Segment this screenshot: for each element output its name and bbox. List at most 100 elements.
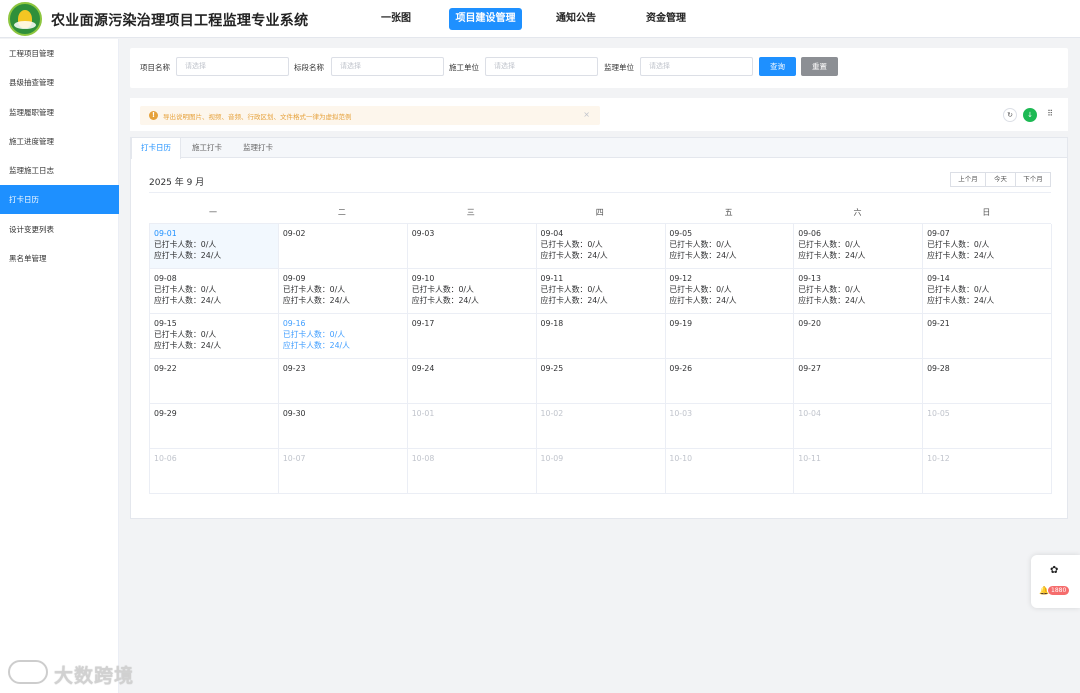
calendar-day-cell[interactable]: 10-09: [536, 449, 666, 494]
close-icon[interactable]: ×: [583, 110, 590, 119]
warning-icon: !: [149, 111, 158, 120]
calendar-day-cell[interactable]: 09-28: [923, 359, 1053, 404]
sidebar-item-design-changes[interactable]: 设计变更列表: [0, 215, 119, 244]
construction-unit-select[interactable]: 请选择: [485, 57, 598, 76]
topnav-item-map[interactable]: 一张图: [372, 8, 420, 30]
section-name-select[interactable]: 请选择: [331, 57, 444, 76]
day-date: 10-02: [540, 409, 564, 418]
day-date: 09-13: [798, 274, 821, 283]
required-count: 应打卡人数：24/人: [798, 296, 866, 305]
refresh-icon[interactable]: ↻: [1003, 108, 1017, 122]
tab-supervision-checkin[interactable]: 监理打卡: [233, 138, 283, 158]
calendar-day-cell[interactable]: 10-04: [794, 404, 924, 449]
calendar-day-cell[interactable]: 10-08: [407, 449, 537, 494]
sidebar-item-county-inspection[interactable]: 县级抽查管理: [0, 68, 119, 97]
tab-checkin-calendar[interactable]: 打卡日历: [131, 138, 181, 159]
calendar-day-cell[interactable]: 09-24: [407, 359, 537, 404]
calendar-day-cell[interactable]: 09-17: [407, 314, 537, 359]
calendar-day-cell[interactable]: 09-29: [150, 404, 279, 449]
calendar-day-cell[interactable]: 09-23: [278, 359, 408, 404]
calendar-grid: 09-01 已打卡人数：0/人 应打卡人数：24/人 09-02 09-03 09-04 已…: [149, 223, 1053, 494]
divider: [149, 192, 1051, 193]
prev-month-button[interactable]: 上个月: [950, 172, 986, 187]
calendar-day-cell[interactable]: 10-12: [923, 449, 1053, 494]
calendar-day-cell[interactable]: 09-16 已打卡人数：0/人 应打卡人数：24/人: [278, 314, 408, 359]
calendar-day-cell[interactable]: 10-06: [150, 449, 279, 494]
calendar-day-cell[interactable]: 09-22: [150, 359, 279, 404]
day-date: 09-28: [927, 364, 950, 373]
calendar-day-cell[interactable]: 09-04 已打卡人数：0/人 应打卡人数：24/人: [536, 224, 666, 269]
day-date: 09-18: [540, 319, 564, 328]
day-date: 09-10: [411, 274, 435, 283]
calendar-day-cell[interactable]: 09-07 已打卡人数：0/人 应打卡人数：24/人: [923, 224, 1053, 269]
day-date: 10-01: [411, 409, 435, 418]
calendar-day-cell[interactable]: 09-05 已打卡人数：0/人 应打卡人数：24/人: [665, 224, 795, 269]
day-date: 09-16: [282, 319, 306, 328]
topnav-item-funds[interactable]: 资金管理: [642, 8, 690, 30]
calendar-day-cell[interactable]: 09-02: [278, 224, 408, 269]
day-date: 10-03: [669, 409, 693, 418]
day-date: 09-07: [927, 229, 950, 238]
day-date: 09-05: [669, 229, 693, 238]
reset-button[interactable]: 重置: [801, 57, 838, 76]
calendar-day-cell[interactable]: 10-01: [407, 404, 537, 449]
filter-bar: 项目名称 请选择 标段名称 请选择 施工单位 请选择 监理单位 请选择 查询 重…: [130, 48, 1068, 88]
calendar-day-cell[interactable]: 09-30: [278, 404, 408, 449]
calendar-day-cell[interactable]: 09-03: [407, 224, 537, 269]
project-name-select[interactable]: 请选择: [176, 57, 289, 76]
sidebar-item-blacklist[interactable]: 黑名单管理: [0, 244, 119, 273]
calendar-day-cell[interactable]: 09-11 已打卡人数：0/人 应打卡人数：24/人: [536, 269, 666, 314]
calendar-day-cell[interactable]: 09-18: [536, 314, 666, 359]
download-icon[interactable]: ↓: [1023, 108, 1037, 122]
sidebar-item-construction-log[interactable]: 监理施工日志: [0, 156, 119, 185]
sidebar-item-checkin-calendar[interactable]: 打卡日历: [0, 185, 119, 214]
calendar-day-cell[interactable]: 10-10: [665, 449, 795, 494]
calendar-day-cell[interactable]: 10-11: [794, 449, 924, 494]
checked-count: 已打卡人数：0/人: [927, 285, 990, 294]
calendar-day-cell[interactable]: 09-21: [923, 314, 1053, 359]
calendar-day-cell[interactable]: 09-12 已打卡人数：0/人 应打卡人数：24/人: [665, 269, 795, 314]
checked-count: 已打卡人数：0/人: [927, 240, 990, 249]
weekday-label: 四: [595, 208, 604, 217]
checked-count: 已打卡人数：0/人: [282, 285, 346, 294]
day-date: 09-25: [540, 364, 564, 373]
today-button[interactable]: 今天: [985, 172, 1016, 187]
day-date: 10-11: [798, 454, 821, 463]
calendar-day-cell[interactable]: 09-08 已打卡人数：0/人 应打卡人数：24/人: [150, 269, 279, 314]
calendar-day-cell[interactable]: 10-05: [923, 404, 1053, 449]
tab-construction-checkin[interactable]: 施工打卡: [181, 138, 233, 158]
calendar-day-cell[interactable]: 09-01 已打卡人数：0/人 应打卡人数：24/人: [150, 224, 279, 269]
calendar-day-cell[interactable]: 09-19: [665, 314, 795, 359]
calendar-day-cell[interactable]: 09-14 已打卡人数：0/人 应打卡人数：24/人: [923, 269, 1053, 314]
query-button[interactable]: 查询: [759, 57, 796, 76]
app-logo-icon: [8, 2, 42, 36]
calendar-day-cell[interactable]: 09-06 已打卡人数：0/人 应打卡人数：24/人: [794, 224, 924, 269]
calendar-day-cell[interactable]: 09-26: [665, 359, 795, 404]
calendar-day-cell[interactable]: 09-13 已打卡人数：0/人 应打卡人数：24/人: [794, 269, 924, 314]
day-date: 09-23: [282, 364, 306, 373]
calendar-day-cell[interactable]: 09-27: [794, 359, 924, 404]
day-date: 10-05: [927, 409, 950, 418]
calendar-day-cell[interactable]: 10-03: [665, 404, 795, 449]
sidebar-item-supervision-duty[interactable]: 监理履职管理: [0, 98, 119, 127]
day-date: 09-04: [540, 229, 564, 238]
calendar-day-cell[interactable]: 09-09 已打卡人数：0/人 应打卡人数：24/人: [278, 269, 408, 314]
grid-icon[interactable]: ⠿: [1043, 108, 1057, 122]
next-month-button[interactable]: 下个月: [1015, 172, 1051, 187]
calendar-day-cell[interactable]: 09-20: [794, 314, 924, 359]
gear-icon[interactable]: ✿: [1050, 565, 1058, 576]
calendar-day-cell[interactable]: 09-10 已打卡人数：0/人 应打卡人数：24/人: [407, 269, 537, 314]
day-date: 09-08: [154, 274, 177, 283]
day-date: 09-09: [282, 274, 306, 283]
sidebar-item-construction-progress[interactable]: 施工进度管理: [0, 127, 119, 156]
required-count: 应打卡人数：24/人: [669, 251, 737, 260]
calendar-day-cell[interactable]: 09-15 已打卡人数：0/人 应打卡人数：24/人: [150, 314, 279, 359]
supervision-unit-select[interactable]: 请选择: [640, 57, 753, 76]
sidebar-item-project-management[interactable]: 工程项目管理: [0, 39, 119, 68]
calendar-day-cell[interactable]: 09-25: [536, 359, 666, 404]
calendar-day-cell[interactable]: 10-07: [278, 449, 408, 494]
calendar-day-cell[interactable]: 10-02: [536, 404, 666, 449]
day-date: 09-11: [540, 274, 564, 283]
topnav-item-project-construction[interactable]: 项目建设管理: [449, 8, 522, 30]
topnav-item-notices[interactable]: 通知公告: [552, 8, 600, 30]
